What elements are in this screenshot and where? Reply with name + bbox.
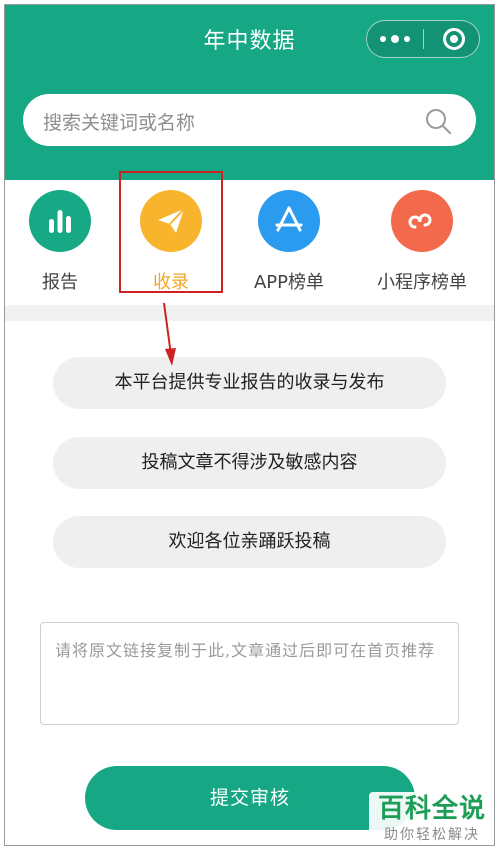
watermark-title: 百科全说 bbox=[377, 794, 486, 824]
app-frame: 年中数据 搜索关键词或名称 报告 收录 APP榜单 小程序榜单 本平台提供专业报… bbox=[4, 4, 495, 846]
annotation-arrow-icon bbox=[163, 302, 176, 366]
watermark-subtitle: 助你轻松解决 bbox=[384, 827, 480, 843]
watermark-logo: 百科全说 助你轻松解决 bbox=[369, 792, 494, 845]
